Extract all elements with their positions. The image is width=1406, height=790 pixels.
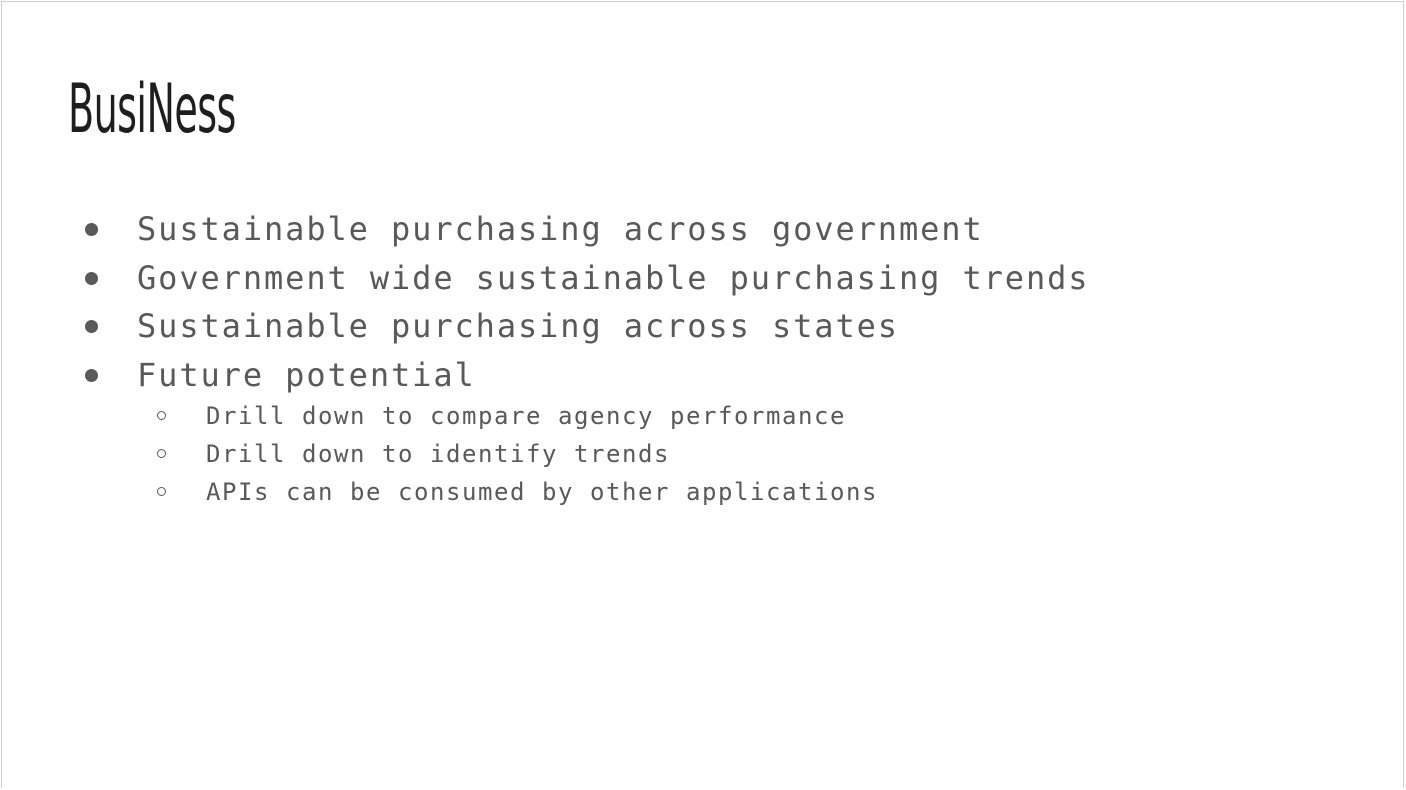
hollow-circle-bullet-icon [157,411,166,420]
bullet-text: Sustainable purchasing across government [137,210,984,248]
bullet-text: Future potential [137,355,476,394]
bullet-text: Government wide sustainable purchasing t… [137,258,1090,297]
sub-bullet-text: Drill down to identify trends [206,440,670,468]
hollow-circle-bullet-icon [157,487,166,496]
sub-bullet-text: Drill down to compare agency performance [206,402,846,430]
slide-title: BusiNess [68,70,236,149]
filled-circle-bullet-icon [85,271,98,285]
sub-bullet-text: APIs can be consumed by other applicatio… [206,478,878,506]
bullet-text: Sustainable purchasing across states [137,307,899,345]
filled-circle-bullet-icon [85,320,98,333]
hollow-circle-bullet-icon [157,449,166,458]
slide: BusiNess Sustainable purchasing across g… [1,1,1404,788]
filled-circle-bullet-icon [85,223,98,236]
filled-circle-bullet-icon [85,368,98,382]
